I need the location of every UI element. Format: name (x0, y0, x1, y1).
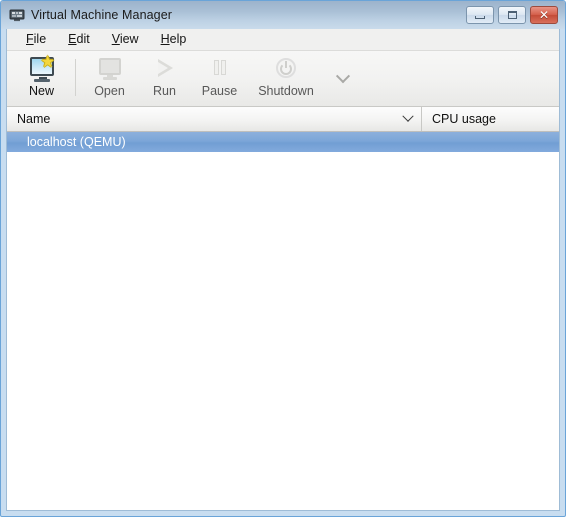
toolbar-pause-label: Pause (201, 84, 238, 98)
close-button[interactable]: ✕ (530, 6, 558, 24)
chevron-down-icon (402, 110, 414, 122)
column-header-name-label: Name (17, 112, 51, 126)
list-item[interactable]: localhost (QEMU) (7, 132, 559, 152)
toolbar-new-label: New (28, 84, 54, 98)
toolbar-open-button[interactable]: Open (82, 51, 137, 106)
toolbar-run-button[interactable]: Run (137, 51, 192, 106)
menu-edit-rest: dit (76, 32, 90, 46)
vm-manager-icon (9, 7, 25, 23)
menu-view-accel: V (111, 32, 120, 46)
toolbar-shutdown-label: Shutdown (258, 84, 314, 98)
new-vm-monitor-star-icon: ★ (28, 54, 56, 82)
menu-file-rest: ile (33, 32, 47, 46)
menu-help-rest: elp (169, 32, 187, 46)
toolbar-pause-button[interactable]: Pause (192, 51, 247, 106)
menu-bar: File Edit View Help (7, 29, 559, 51)
menu-view[interactable]: View (101, 29, 150, 50)
minimize-icon (475, 15, 485, 19)
toolbar-shutdown-button[interactable]: Shutdown (247, 51, 325, 106)
client-area: File Edit View Help ★ New Open Run Pause… (6, 29, 560, 511)
maximize-icon (507, 11, 517, 19)
column-header-cpu-usage-label: CPU usage (432, 112, 496, 126)
list-item-label: localhost (QEMU) (27, 135, 126, 149)
toolbar-run-label: Run (153, 84, 176, 98)
menu-view-rest: iew (119, 32, 139, 46)
toolbar-overflow-button[interactable] (331, 51, 355, 106)
close-icon: ✕ (538, 8, 550, 22)
open-monitor-icon (96, 56, 124, 82)
pause-bars-icon (206, 56, 234, 82)
maximize-button[interactable] (498, 6, 526, 24)
window-title: Virtual Machine Manager (31, 8, 173, 22)
connection-list[interactable]: localhost (QEMU) (7, 132, 559, 510)
menu-edit[interactable]: Edit (57, 29, 101, 50)
column-header-name[interactable]: Name (7, 107, 422, 131)
menu-edit-accel: E (68, 32, 77, 46)
column-header-cpu-usage[interactable]: CPU usage (422, 107, 559, 131)
chevron-down-icon (335, 68, 351, 83)
menu-help[interactable]: Help (150, 29, 198, 50)
toolbar-new-button[interactable]: ★ New (14, 51, 69, 106)
window-controls: ✕ (466, 6, 561, 24)
toolbar-separator (75, 59, 76, 96)
toolbar-open-label: Open (94, 84, 125, 98)
run-play-icon (151, 56, 179, 82)
menu-file[interactable]: File (15, 29, 57, 50)
virtual-machine-manager-window: Virtual Machine Manager ✕ File Edit View… (0, 0, 566, 517)
title-bar[interactable]: Virtual Machine Manager ✕ (1, 1, 565, 29)
menu-file-accel: F (26, 32, 34, 46)
shutdown-power-icon (272, 56, 300, 82)
menu-help-accel: H (160, 32, 170, 46)
toolbar: ★ New Open Run Pause Shutdown (7, 51, 559, 107)
minimize-button[interactable] (466, 6, 494, 24)
list-column-header: Name CPU usage (7, 107, 559, 132)
